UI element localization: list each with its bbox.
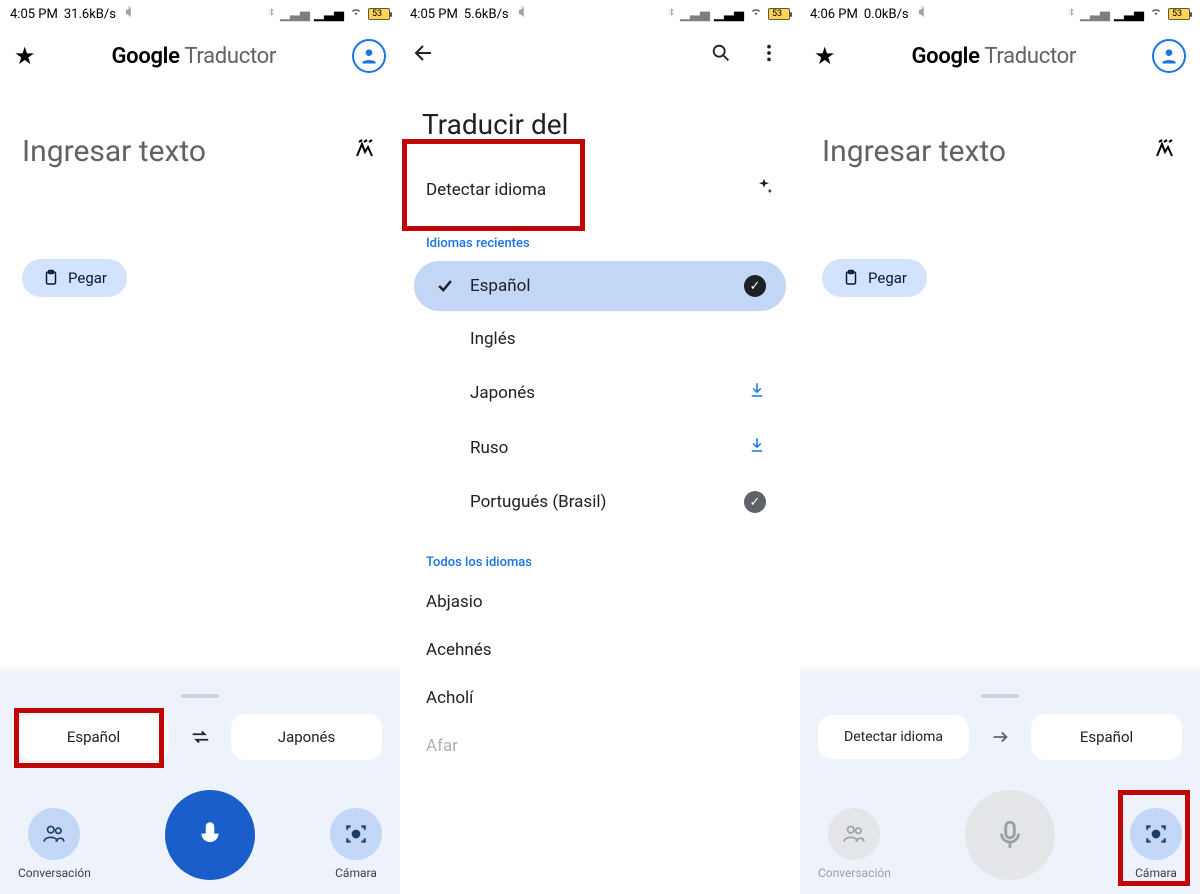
wifi-icon <box>348 6 364 22</box>
search-icon[interactable] <box>702 42 740 70</box>
camera-label: Cámara <box>1135 866 1177 880</box>
mute-icon <box>915 5 929 23</box>
recent-label: Idiomas recientes <box>426 236 774 251</box>
battery-icon: 53 <box>368 8 390 20</box>
bluetooth-icon <box>666 5 676 23</box>
status-bar: 4:06 PM 0.0kB/s ▁▃▅ ▁▃▅ 53 <box>800 0 1200 28</box>
handwriting-icon[interactable] <box>354 137 378 167</box>
main-area: Ingresar texto Pegar <box>800 84 1200 672</box>
conversation-button[interactable]: Conversación <box>18 808 91 880</box>
picker-header <box>400 28 800 84</box>
conversation-label: Conversación <box>18 866 91 880</box>
bluetooth-icon <box>266 5 276 23</box>
account-icon[interactable] <box>352 39 386 73</box>
status-time: 4:05 PM <box>410 7 458 22</box>
text-input-placeholder[interactable]: Ingresar texto <box>822 134 1142 169</box>
language-item-es[interactable]: Español ✓ <box>414 261 786 311</box>
status-time: 4:05 PM <box>10 7 58 22</box>
bluetooth-icon <box>1066 5 1076 23</box>
status-bar: 4:05 PM 5.6kB/s ▁▃▅ ▁▃▅ 53 <box>400 0 800 28</box>
battery-icon: 53 <box>768 8 790 20</box>
wifi-icon <box>1148 6 1164 22</box>
paste-label: Pegar <box>68 269 107 287</box>
language-item-en[interactable]: Inglés <box>414 315 786 363</box>
main-area: Ingresar texto Pegar <box>0 84 400 672</box>
handwriting-icon[interactable] <box>1154 137 1178 167</box>
conversation-button: Conversación <box>818 808 891 880</box>
mic-button <box>965 790 1055 880</box>
check-icon <box>434 276 456 296</box>
status-rate: 0.0kB/s <box>864 7 909 22</box>
picker-title: Traducir del <box>422 108 778 141</box>
camera-button[interactable]: Cámara <box>1130 808 1182 880</box>
language-item-ja[interactable]: Japonés <box>414 367 786 418</box>
camera-button[interactable]: Cámara <box>330 808 382 880</box>
text-input-placeholder[interactable]: Ingresar texto <box>22 134 342 169</box>
signal-icon-2: ▁▃▅ <box>314 7 344 22</box>
source-language-button[interactable]: Español <box>18 714 169 760</box>
mute-icon <box>515 5 529 23</box>
signal-icon: ▁▃▅ <box>1080 7 1110 22</box>
sparkle-icon <box>754 177 774 202</box>
signal-icon: ▁▃▅ <box>680 7 710 22</box>
downloaded-icon: ✓ <box>744 491 766 513</box>
drag-handle[interactable] <box>181 694 219 698</box>
language-item-ach[interactable]: Acholí <box>400 674 800 722</box>
signal-icon-2: ▁▃▅ <box>714 7 744 22</box>
app-title: Google Traductor <box>846 44 1142 69</box>
battery-icon: 53 <box>1168 8 1190 20</box>
status-rate: 5.6kB/s <box>464 7 509 22</box>
wifi-icon <box>748 6 764 22</box>
language-item-pt[interactable]: Portugués (Brasil) ✓ <box>414 477 786 527</box>
drag-handle[interactable] <box>981 694 1019 698</box>
target-language-button[interactable]: Japonés <box>231 714 382 760</box>
language-item-ru[interactable]: Ruso <box>414 422 786 473</box>
target-language-button[interactable]: Español <box>1031 714 1182 760</box>
signal-icon-2: ▁▃▅ <box>1114 7 1144 22</box>
star-icon[interactable]: ★ <box>14 42 36 70</box>
language-item-ace[interactable]: Acehnés <box>400 626 800 674</box>
app-header: ★ Google Traductor <box>800 28 1200 84</box>
status-rate: 31.6kB/s <box>64 7 116 22</box>
more-icon[interactable] <box>750 42 788 70</box>
camera-label: Cámara <box>335 866 377 880</box>
download-icon[interactable] <box>748 381 766 404</box>
language-item-ab[interactable]: Abjasio <box>400 578 800 626</box>
mute-icon <box>122 5 136 23</box>
bottom-panel: Español Japonés Conversación Cámara <box>0 672 400 894</box>
arrow-icon <box>981 718 1019 756</box>
screenshot-2: 4:05 PM 5.6kB/s ▁▃▅ ▁▃▅ 53 Traducir del <box>400 0 800 894</box>
app-title: Google Traductor <box>46 44 342 69</box>
paste-button[interactable]: Pegar <box>22 259 127 297</box>
signal-icon: ▁▃▅ <box>280 7 310 22</box>
star-icon[interactable]: ★ <box>814 42 836 70</box>
bottom-panel: Detectar idioma Español Conversación Cám… <box>800 672 1200 894</box>
downloaded-icon: ✓ <box>744 275 766 297</box>
app-header: ★ Google Traductor <box>0 28 400 84</box>
screenshot-1: 4:05 PM 31.6kB/s ▁▃▅ ▁▃▅ 53 ★ Google Tra… <box>0 0 400 894</box>
language-item-afr[interactable]: Afar <box>400 722 800 770</box>
screenshot-3: 4:06 PM 0.0kB/s ▁▃▅ ▁▃▅ 53 ★ Google Trad… <box>800 0 1200 894</box>
account-icon[interactable] <box>1152 39 1186 73</box>
detect-language-option[interactable]: Detectar idioma <box>400 159 800 220</box>
paste-label: Pegar <box>868 269 907 287</box>
download-icon[interactable] <box>748 436 766 459</box>
back-button[interactable] <box>412 41 442 71</box>
swap-languages-button[interactable] <box>181 718 219 756</box>
detect-language-label: Detectar idioma <box>426 180 546 200</box>
conversation-label: Conversación <box>818 866 891 880</box>
paste-button[interactable]: Pegar <box>822 259 927 297</box>
all-label: Todos los idiomas <box>426 555 774 570</box>
status-bar: 4:05 PM 31.6kB/s ▁▃▅ ▁▃▅ 53 <box>0 0 400 28</box>
source-language-button[interactable]: Detectar idioma <box>818 715 969 760</box>
status-time: 4:06 PM <box>810 7 858 22</box>
mic-button[interactable] <box>165 790 255 880</box>
